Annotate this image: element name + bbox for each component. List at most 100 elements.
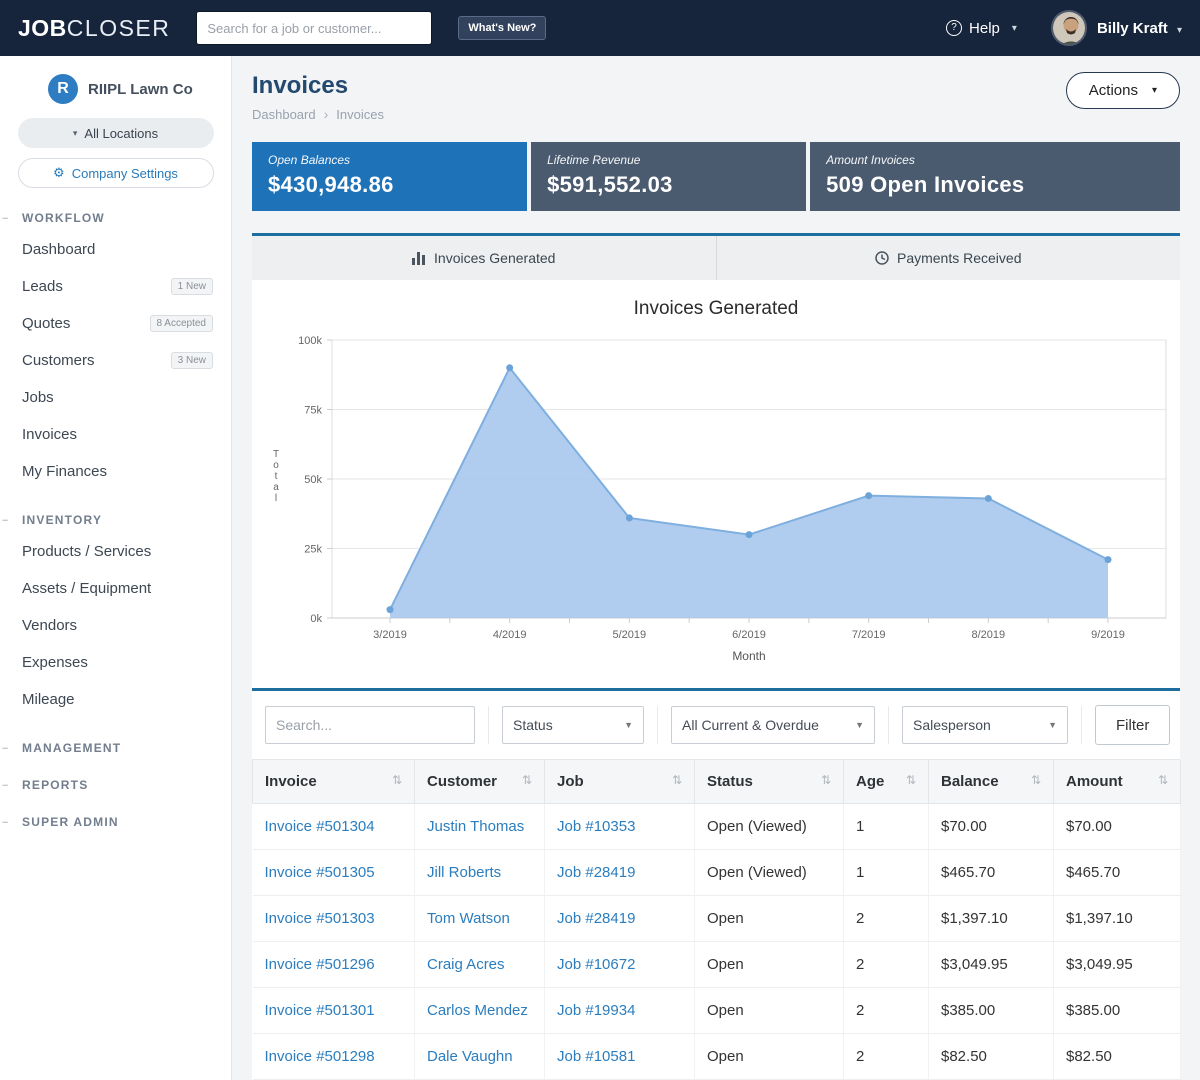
col-status[interactable]: Status⇅ bbox=[695, 760, 844, 804]
invoice-link[interactable]: Invoice #501296 bbox=[265, 956, 375, 973]
cell-age: 2 bbox=[844, 896, 929, 942]
col-label: Invoice bbox=[265, 773, 317, 790]
cell-amount: $1,397.10 bbox=[1054, 896, 1181, 942]
sidebar-item-label: Customers bbox=[22, 352, 95, 369]
svg-text:a: a bbox=[273, 482, 279, 493]
all-locations-dropdown[interactable]: ▾ All Locations bbox=[18, 118, 214, 148]
filter-button[interactable]: Filter bbox=[1095, 705, 1170, 745]
status-select-value: Status bbox=[513, 717, 553, 733]
page-header: Invoices Dashboard › Invoices Actions ▾ bbox=[252, 72, 1180, 122]
sidebar-item-mileage[interactable]: Mileage bbox=[0, 681, 231, 718]
cell-customer: Craig Acres bbox=[415, 942, 545, 988]
sidebar-item-invoices[interactable]: Invoices bbox=[0, 416, 231, 453]
sidebar-item-dashboard[interactable]: Dashboard bbox=[0, 231, 231, 268]
invoice-link[interactable]: Invoice #501305 bbox=[265, 864, 375, 881]
customer-link[interactable]: Jill Roberts bbox=[427, 864, 501, 881]
cell-invoice: Invoice #501298 bbox=[253, 1034, 415, 1080]
cell-status: Open bbox=[695, 988, 844, 1034]
table-row: Invoice #501296Craig AcresJob #10672Open… bbox=[253, 942, 1181, 988]
sidebar-item-customers[interactable]: Customers3 New bbox=[0, 342, 231, 379]
invoice-link[interactable]: Invoice #501303 bbox=[265, 910, 375, 927]
customer-link[interactable]: Dale Vaughn bbox=[427, 1048, 513, 1065]
col-invoice[interactable]: Invoice⇅ bbox=[253, 760, 415, 804]
stat-label: Open Balances bbox=[268, 153, 511, 167]
sidebar-item-leads[interactable]: Leads1 New bbox=[0, 268, 231, 305]
sidebar-item-jobs[interactable]: Jobs bbox=[0, 379, 231, 416]
invoice-link[interactable]: Invoice #501304 bbox=[265, 818, 375, 835]
table-search-input[interactable] bbox=[265, 706, 475, 744]
cell-invoice: Invoice #501304 bbox=[253, 804, 415, 850]
svg-text:0k: 0k bbox=[310, 613, 322, 625]
cell-amount: $465.70 bbox=[1054, 850, 1181, 896]
global-search-input[interactable] bbox=[196, 11, 432, 45]
chevron-down-icon: ▾ bbox=[1012, 23, 1017, 34]
col-balance[interactable]: Balance⇅ bbox=[929, 760, 1054, 804]
user-menu[interactable]: Billy Kraft ▾ bbox=[1097, 20, 1182, 37]
sidebar-item-products-services[interactable]: Products / Services bbox=[0, 533, 231, 570]
job-link[interactable]: Job #10353 bbox=[557, 818, 635, 835]
help-menu[interactable]: ? Help ▾ bbox=[946, 20, 1017, 37]
cell-job: Job #19934 bbox=[545, 988, 695, 1034]
section-dash-icon: -- bbox=[0, 816, 22, 828]
sidebar-nav: --WORKFLOWDashboardLeads1 NewQuotes8 Acc… bbox=[0, 211, 231, 829]
gear-icon: ⚙ bbox=[53, 165, 65, 181]
sort-icon: ⇅ bbox=[1031, 773, 1041, 787]
cell-balance: $465.70 bbox=[929, 850, 1054, 896]
col-amount[interactable]: Amount⇅ bbox=[1054, 760, 1181, 804]
company-settings-button[interactable]: ⚙ Company Settings bbox=[18, 158, 214, 188]
locations-label: All Locations bbox=[84, 126, 158, 141]
sidebar-item-quotes[interactable]: Quotes8 Accepted bbox=[0, 305, 231, 342]
customer-link[interactable]: Tom Watson bbox=[427, 910, 510, 927]
job-link[interactable]: Job #10581 bbox=[557, 1048, 635, 1065]
cell-balance: $70.00 bbox=[929, 804, 1054, 850]
tab-payments-received[interactable]: Payments Received bbox=[716, 236, 1181, 280]
invoice-link[interactable]: Invoice #501301 bbox=[265, 1002, 375, 1019]
sort-icon: ⇅ bbox=[672, 773, 682, 787]
clock-icon bbox=[875, 251, 889, 265]
company-avatar: R bbox=[48, 74, 78, 104]
col-age[interactable]: Age⇅ bbox=[844, 760, 929, 804]
company-header[interactable]: R RIIPL Lawn Co bbox=[48, 74, 231, 104]
col-customer[interactable]: Customer⇅ bbox=[415, 760, 545, 804]
customer-link[interactable]: Justin Thomas bbox=[427, 818, 524, 835]
chart-panel: Invoices Generated Payments Received Inv… bbox=[252, 233, 1180, 691]
user-avatar[interactable] bbox=[1051, 10, 1087, 46]
stat-value: $430,948.86 bbox=[268, 172, 511, 198]
sidebar-item-vendors[interactable]: Vendors bbox=[0, 607, 231, 644]
app-logo: JOBCLOSER bbox=[18, 15, 170, 42]
logo-bold: JOB bbox=[18, 15, 67, 41]
cell-job: Job #10353 bbox=[545, 804, 695, 850]
sidebar-item-expenses[interactable]: Expenses bbox=[0, 644, 231, 681]
sidebar: R RIIPL Lawn Co ▾ All Locations ⚙ Compan… bbox=[0, 56, 232, 1080]
stat-label: Lifetime Revenue bbox=[547, 153, 790, 167]
cell-balance: $3,049.95 bbox=[929, 942, 1054, 988]
current-overdue-select[interactable]: All Current & Overdue ▼ bbox=[671, 706, 875, 744]
job-link[interactable]: Job #28419 bbox=[557, 864, 635, 881]
table-row: Invoice #501301 Carlos Mendez Job #19934 Op… bbox=[253, 988, 1181, 1034]
job-link[interactable]: Job #28419 bbox=[557, 910, 635, 927]
status-select[interactable]: Status ▼ bbox=[502, 706, 644, 744]
cell-age: 2 bbox=[844, 1034, 929, 1080]
cell-age: 1 bbox=[844, 850, 929, 896]
salesperson-select[interactable]: Salesperson ▼ bbox=[902, 706, 1068, 744]
tab-invoices-generated[interactable]: Invoices Generated bbox=[252, 236, 716, 280]
sidebar-item-my-finances[interactable]: My Finances bbox=[0, 453, 231, 490]
job-link[interactable]: Job #10672 bbox=[557, 956, 635, 973]
filter-status-cell: Status ▼ bbox=[489, 706, 658, 744]
job-link[interactable]: Job #19934 bbox=[557, 1002, 635, 1019]
sidebar-section-reports: --REPORTS bbox=[0, 778, 231, 792]
svg-text:7/2019: 7/2019 bbox=[852, 629, 886, 641]
whats-new-button[interactable]: What's New? bbox=[458, 16, 546, 40]
page-title: Invoices bbox=[252, 72, 384, 100]
breadcrumb-dashboard[interactable]: Dashboard bbox=[252, 107, 316, 122]
chevron-down-icon: ▼ bbox=[1048, 720, 1057, 730]
cell-status: Open (Viewed) bbox=[695, 804, 844, 850]
actions-label: Actions bbox=[1089, 82, 1138, 99]
customer-link[interactable]: Carlos Mendez bbox=[427, 1002, 528, 1019]
col-job[interactable]: Job⇅ bbox=[545, 760, 695, 804]
sidebar-item-assets-equipment[interactable]: Assets / Equipment bbox=[0, 570, 231, 607]
invoice-link[interactable]: Invoice #501298 bbox=[265, 1048, 375, 1065]
sort-icon: ⇅ bbox=[1158, 773, 1168, 787]
actions-button[interactable]: Actions ▾ bbox=[1066, 72, 1180, 109]
customer-link[interactable]: Craig Acres bbox=[427, 956, 505, 973]
